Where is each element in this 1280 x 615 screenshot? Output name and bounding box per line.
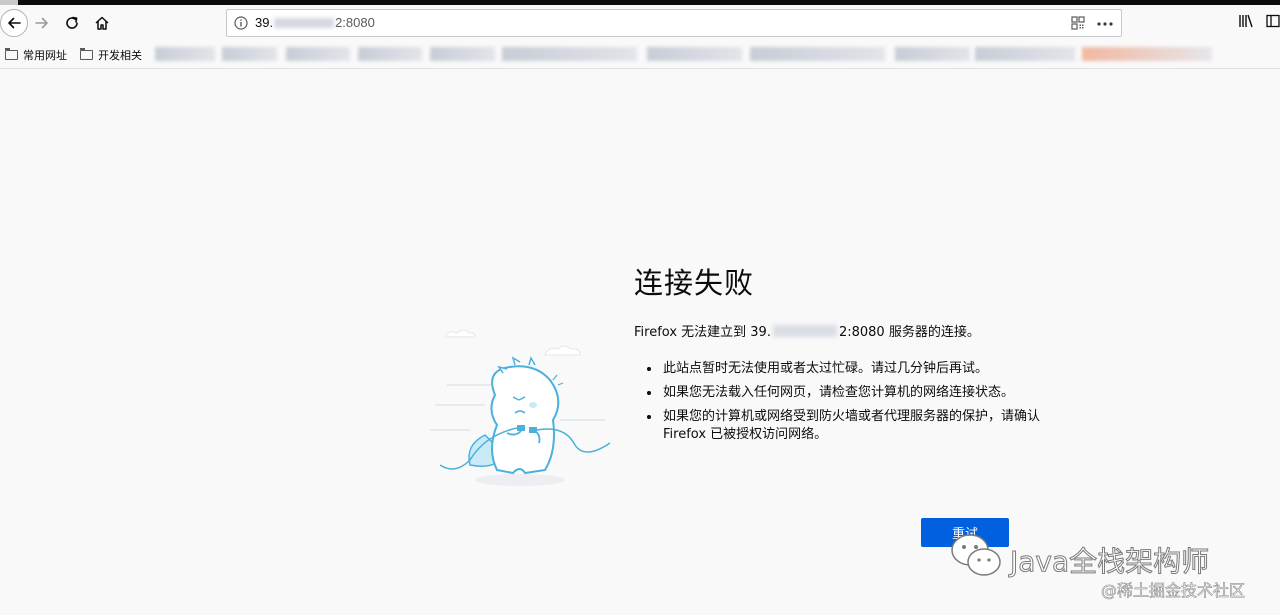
- redacted-bookmark[interactable]: [155, 47, 215, 61]
- error-reasons-list: 此站点暂时无法使用或者太过忙碌。请过几分钟后再试。 如果您无法载入任何网页，请检…: [643, 360, 1041, 450]
- folder-icon: [80, 48, 93, 60]
- error-reason-item: 如果您的计算机或网络受到防火墙或者代理服务器的保护，请确认 Firefox 已被…: [661, 408, 1041, 444]
- reload-icon: [66, 16, 78, 29]
- redacted-bookmark[interactable]: [286, 47, 350, 61]
- redacted-bookmark[interactable]: [647, 47, 742, 61]
- home-icon: [95, 16, 109, 30]
- address-redacted: [772, 324, 837, 337]
- info-icon[interactable]: [234, 16, 248, 30]
- home-button[interactable]: [88, 9, 116, 37]
- reload-button[interactable]: [58, 9, 86, 37]
- bookmark-folder-common[interactable]: 常用网址: [5, 47, 67, 63]
- watermark-source: @稀土掘金技术社区: [1101, 581, 1246, 601]
- error-title: 连接失败: [634, 266, 755, 300]
- url-text[interactable]: 39. 2:8080: [255, 15, 375, 30]
- redacted-bookmark[interactable]: [222, 47, 277, 61]
- arrow-right-icon: [35, 17, 48, 29]
- forward-button[interactable]: [28, 9, 56, 37]
- navigation-toolbar: 39. 2:8080: [0, 5, 1280, 41]
- bookmark-label: 开发相关: [98, 50, 142, 62]
- url-prefix: 39.: [255, 15, 274, 30]
- more-actions-icon[interactable]: [1097, 22, 1113, 26]
- error-reason-item: 此站点暂时无法使用或者太过忙碌。请过几分钟后再试。: [661, 360, 1041, 378]
- wechat-icon: [951, 534, 1001, 576]
- arrow-left-icon: [8, 17, 21, 29]
- qr-code-icon[interactable]: [1071, 16, 1085, 30]
- redacted-bookmark[interactable]: [750, 47, 885, 61]
- error-description-suffix: 2:8080 服务器的连接。: [838, 325, 980, 340]
- redacted-bookmark[interactable]: [975, 47, 1075, 61]
- disconnected-dinosaur-illustration: [430, 329, 611, 486]
- error-description: Firefox 无法建立到 39. 2:8080 服务器的连接。: [634, 321, 980, 340]
- redacted-bookmark[interactable]: [430, 47, 495, 61]
- error-description-prefix: Firefox 无法建立到 39.: [634, 325, 771, 340]
- url-bar[interactable]: 39. 2:8080: [226, 9, 1122, 37]
- redacted-bookmark[interactable]: [895, 47, 970, 61]
- error-reason-item: 如果您无法载入任何网页，请检查您计算机的网络连接状态。: [661, 384, 1041, 402]
- url-redacted: [274, 17, 335, 28]
- library-icon[interactable]: [1238, 14, 1254, 28]
- redacted-bookmark[interactable]: [502, 47, 637, 61]
- folder-icon: [5, 48, 18, 60]
- bookmark-label: 常用网址: [23, 50, 67, 62]
- sidebar-icon[interactable]: [1266, 14, 1280, 28]
- bookmark-folder-dev[interactable]: 开发相关: [80, 47, 142, 63]
- redacted-bookmark[interactable]: [1082, 47, 1212, 61]
- url-suffix: 2:8080: [335, 15, 375, 30]
- redacted-bookmark[interactable]: [358, 47, 422, 61]
- back-button[interactable]: [0, 9, 28, 37]
- watermark-title: Java全栈架构师: [1009, 545, 1210, 579]
